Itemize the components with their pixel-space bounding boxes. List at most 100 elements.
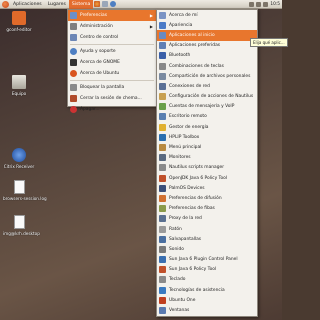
menu-item-file-sharing[interactable]: Compartición de archivos personales (157, 71, 257, 81)
menu-places[interactable]: Lugares (45, 0, 69, 9)
menu-item-control-center[interactable]: Centro de control (68, 32, 156, 43)
desktop-icon-gconf[interactable]: gconf-editor (3, 11, 35, 32)
computer-icon (12, 75, 26, 89)
menu-item-fibas[interactable]: Preferencias de fibas (157, 204, 257, 214)
lock-icon (70, 84, 77, 91)
ubuntu-logo-icon (2, 0, 9, 8)
menu-item-sound[interactable]: Sonido (157, 244, 257, 254)
gconf-icon (12, 11, 26, 25)
java-plugin-icon (159, 256, 166, 264)
clock[interactable]: 10:5 (270, 2, 280, 7)
firefox-launcher-icon[interactable] (94, 1, 101, 7)
menu-item-preferences[interactable]: Preferencias ▶ (68, 10, 156, 21)
menu-item-broadcast[interactable]: Preferencias de difusión (157, 193, 257, 203)
network-tray-icon[interactable] (249, 1, 255, 7)
file-sharing-icon (159, 72, 166, 80)
preferred-apps-icon (159, 42, 166, 50)
citrix-icon (12, 148, 26, 162)
menu-item-monitor[interactable]: Monitores (157, 153, 257, 163)
submenu-arrow-icon: ▶ (149, 24, 153, 29)
menu-item-java-policy[interactable]: Sun Java 6 Policy Tool (157, 265, 257, 275)
keyboard-icon (159, 276, 166, 284)
admin-icon (70, 23, 77, 30)
keyboard-shortcuts-icon (159, 62, 166, 70)
help-launcher-icon[interactable] (110, 1, 117, 7)
menu-item-screensaver[interactable]: Salvapantallas (157, 234, 257, 244)
preferences-submenu: Acerca de mí Apariencia Aplicaciones al in… (156, 9, 258, 317)
log-file-icon (13, 180, 25, 194)
screensaver-icon (159, 235, 166, 243)
menu-item-bluetooth[interactable]: Bluetooth (157, 51, 257, 61)
messaging-icon (159, 103, 166, 111)
sound-icon (159, 245, 166, 253)
menu-item-nautilus-actions[interactable]: Configuración de acciones de Nautilus (157, 92, 257, 102)
about-me-icon (159, 11, 166, 19)
power-icon (159, 123, 166, 131)
appearance-icon (159, 21, 166, 29)
monitor-icon (159, 154, 166, 162)
volume-tray-icon[interactable] (263, 1, 269, 7)
menu-item-accessibility[interactable]: Tecnologías de asistencia (157, 285, 257, 295)
menu-item-palm[interactable]: PalmOS Devices (157, 183, 257, 193)
remote-desktop-icon (159, 113, 166, 121)
menu-item-network[interactable]: Conexiones de red (157, 81, 257, 91)
menu-item-main-menu[interactable]: Menú principal (157, 142, 257, 152)
desktop-icon-computer[interactable]: Equipo (3, 75, 35, 96)
menu-item-ubuntu-one[interactable]: Ubuntu One (157, 295, 257, 305)
menu-item-hplip[interactable]: HPLIP Toolbox (157, 132, 257, 142)
menu-item-proxy[interactable]: Proxy de la red (157, 214, 257, 224)
menu-item-remote-desktop[interactable]: Escritorio remoto (157, 112, 257, 122)
ubuntu-one-icon (159, 296, 166, 304)
menu-item-help[interactable]: Ayuda y soporte (68, 46, 156, 57)
java-icon (159, 174, 166, 182)
top-panel: Aplicaciones Lugares Sistema 10:5 (0, 0, 282, 9)
menu-item-scripts[interactable]: Nautilus scripts manager (157, 163, 257, 173)
menu-item-startup[interactable]: Aplicaciones al inicio (157, 30, 257, 41)
java-policy-icon (159, 266, 166, 274)
desktop-icon-browsers-log[interactable]: browsers-session.log (3, 180, 47, 201)
menu-applications[interactable]: Aplicaciones (10, 0, 45, 9)
menu-item-java-plugin[interactable]: Sun Java 6 Plugin Control Panel (157, 255, 257, 265)
desktop-icon-label: img@krh.desktop (3, 231, 40, 236)
hplip-icon (159, 133, 166, 141)
palm-icon (159, 184, 166, 192)
desktop-icon-label: gconf-editor (6, 27, 32, 32)
mail-tray-icon[interactable] (256, 1, 262, 7)
startup-icon (159, 31, 166, 39)
network-icon (159, 82, 166, 90)
menu-item-preferred-apps[interactable]: Aplicaciones preferidas (157, 41, 257, 51)
ubuntu-icon (70, 70, 77, 77)
accessibility-icon (159, 286, 166, 294)
fibas-icon (159, 205, 166, 213)
menu-item-keyboard[interactable]: Teclado (157, 275, 257, 285)
scripts-icon (159, 164, 166, 172)
menu-item-administration[interactable]: Administración ▶ (68, 21, 156, 32)
menu-item-windows[interactable]: Ventanas (157, 305, 257, 315)
menu-item-mouse[interactable]: Ratón (157, 224, 257, 234)
menu-item-messaging[interactable]: Cuentas de mensajería y VoIP (157, 102, 257, 112)
menu-item-keyboard-shortcuts[interactable]: Combinaciones de teclas (157, 61, 257, 71)
bluetooth-icon (159, 52, 166, 60)
menu-item-lock-screen[interactable]: Bloquear la pantalla (68, 82, 156, 93)
desktop-icon-img-desktop[interactable]: img@krh.desktop (3, 215, 40, 236)
menu-item-shutdown[interactable]: Apagar... (68, 104, 156, 115)
menu-item-about-gnome[interactable]: Acerca de GNOME (68, 57, 156, 68)
menu-item-about-me[interactable]: Acerca de mí (157, 10, 257, 20)
menu-item-java[interactable]: OpenJDK Java 6 Policy Tool (157, 173, 257, 183)
desktop-icon-label: browsers-session.log (3, 196, 47, 201)
menu-item-power[interactable]: Gestor de energía (157, 122, 257, 132)
shutdown-icon (70, 106, 77, 113)
menu-item-logout[interactable]: Cerrar la sesión de chema... (68, 93, 156, 104)
proxy-icon (159, 215, 166, 223)
main-menu-icon (159, 144, 166, 152)
desktop-icon-citrix[interactable]: Citrix Receiver (3, 148, 35, 169)
menu-item-appearance[interactable]: Apariencia (157, 20, 257, 30)
mail-launcher-icon[interactable] (102, 1, 109, 7)
mouse-icon (159, 225, 166, 233)
menu-item-about-ubuntu[interactable]: Acerca de Ubuntu (68, 68, 156, 79)
gnome-icon (70, 59, 77, 66)
menu-system[interactable]: Sistema (68, 0, 94, 9)
tooltip: Elija qué aplic... (250, 38, 288, 47)
preferences-icon (70, 12, 77, 19)
system-tray: 10:5 (249, 1, 282, 7)
